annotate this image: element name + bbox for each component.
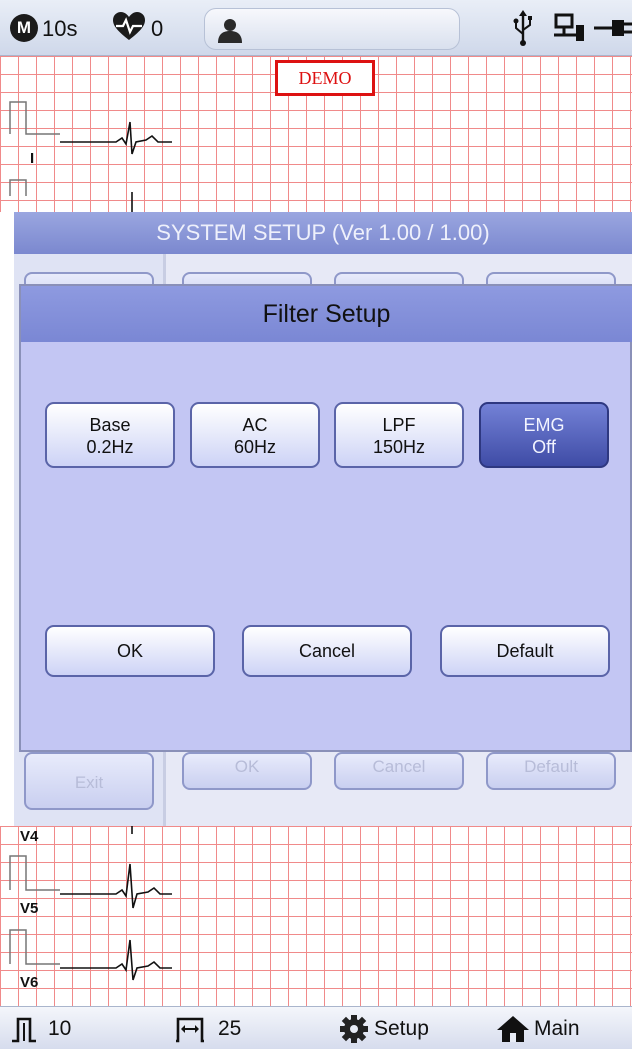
gear-icon — [340, 1015, 368, 1043]
dialog-title: Filter Setup — [21, 286, 632, 342]
lpf-filter-button[interactable]: LPF 150Hz — [334, 402, 464, 468]
default-button[interactable]: Default — [440, 625, 610, 677]
option-value: 150Hz — [372, 437, 426, 457]
network-icon — [554, 13, 584, 41]
setup-label: Setup — [374, 1017, 429, 1040]
option-name: LPF — [382, 415, 416, 435]
lead-label-v4: V4 — [20, 828, 39, 845]
setup-button[interactable]: Setup — [340, 1007, 460, 1049]
patient-info-button[interactable] — [204, 8, 460, 50]
setup-cancel-button[interactable]: Cancel — [334, 752, 464, 790]
base-filter-button[interactable]: Base 0.2Hz — [45, 402, 175, 468]
duration-text: 10s — [42, 16, 78, 41]
sensitivity-icon — [12, 1017, 36, 1043]
heart-rate-value: 0 — [151, 16, 164, 41]
option-value: 60Hz — [233, 437, 277, 457]
power-plug-icon — [594, 20, 632, 36]
speed-icon — [176, 1017, 204, 1043]
emg-filter-button[interactable]: EMG Off — [479, 402, 609, 468]
mode-badge: M — [10, 14, 38, 42]
option-name: Base — [89, 415, 131, 435]
ecg-trace-bottom — [9, 826, 172, 981]
lead-label-v6: V6 — [20, 974, 39, 991]
setup-ok-button[interactable]: OK — [182, 752, 312, 790]
exit-button[interactable]: Exit — [24, 752, 154, 810]
lead-label-v5: V5 — [20, 900, 39, 917]
system-setup-title: SYSTEM SETUP (Ver 1.00 / 1.00) — [14, 212, 632, 254]
speed-button[interactable]: 25 — [174, 1007, 294, 1049]
setup-default-button[interactable]: Default — [486, 752, 616, 790]
lead-label-i: I — [30, 150, 35, 167]
main-button[interactable]: Main — [496, 1007, 616, 1049]
status-bar: M 10s 0 — [0, 0, 632, 56]
option-name: AC — [242, 415, 268, 435]
ecg-waveform-top: I DEMO — [0, 56, 632, 212]
heart-rate-icon — [113, 12, 145, 40]
ok-button[interactable]: OK — [45, 625, 215, 677]
ac-filter-button[interactable]: AC 60Hz — [190, 402, 320, 468]
speed-value: 25 — [218, 1017, 242, 1040]
main-label: Main — [534, 1017, 580, 1040]
usb-icon — [513, 10, 532, 46]
ecg-waveform-bottom: V4 V5 V6 — [0, 826, 632, 1006]
person-icon — [218, 19, 242, 43]
bottom-bar: 10 25 Setup Main — [0, 1006, 632, 1049]
option-name: EMG — [523, 415, 565, 435]
sensitivity-button[interactable]: 10 — [10, 1007, 130, 1049]
option-value: 0.2Hz — [86, 437, 134, 457]
cancel-button[interactable]: Cancel — [242, 625, 412, 677]
sensitivity-value: 10 — [48, 1017, 72, 1040]
home-icon — [497, 1016, 529, 1042]
filter-setup-dialog: Filter Setup Base 0.2Hz AC 60Hz LPF 150H… — [19, 284, 632, 752]
option-value: Off — [532, 437, 556, 457]
demo-badge: DEMO — [275, 60, 375, 96]
